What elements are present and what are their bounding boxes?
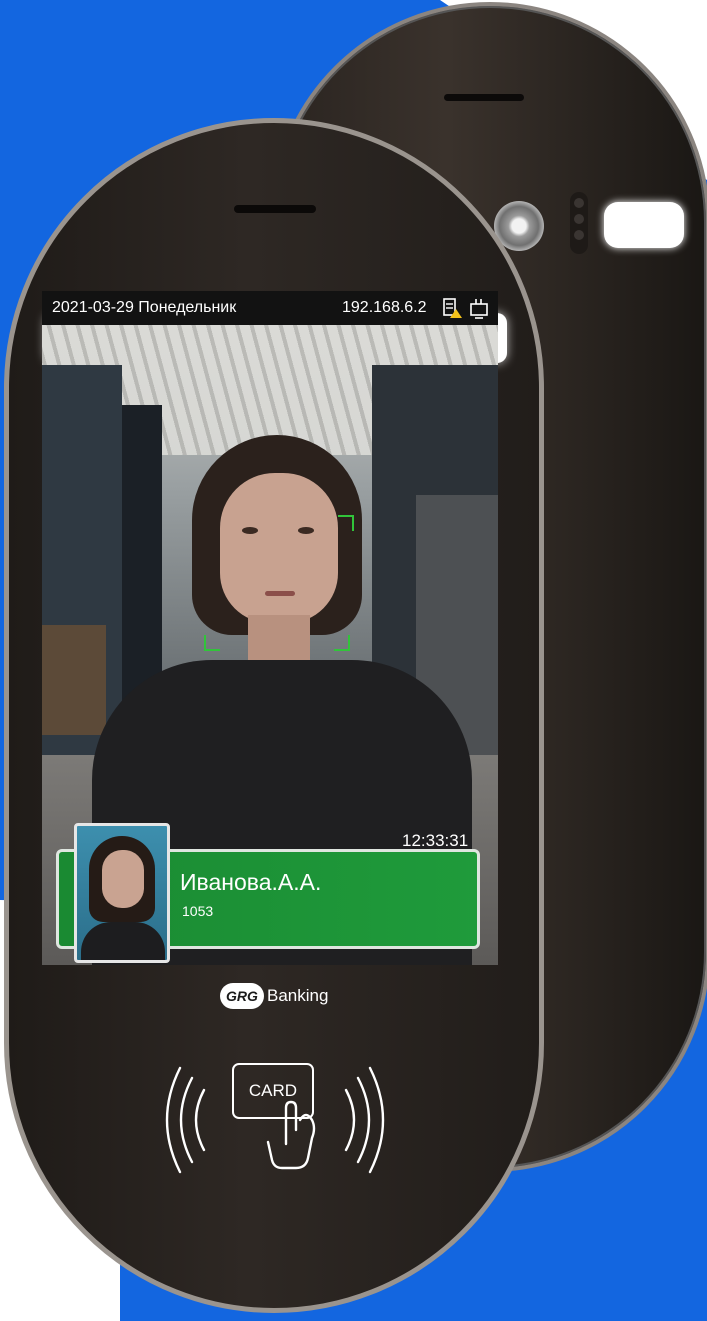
device-screen: 2021-03-29 Понедельник 192.168.6.2 12:33… — [42, 291, 498, 965]
face-bracket-bottom-left — [204, 635, 220, 651]
person-eye-right — [298, 527, 314, 534]
face-bracket-bottom-right — [334, 635, 350, 651]
device-warning-icon — [443, 298, 462, 318]
brand-text: Banking — [267, 986, 329, 1005]
recognition-time: 12:33:31 — [402, 831, 469, 850]
person-eye-left — [242, 527, 258, 534]
back-speaker — [444, 94, 524, 101]
person-face — [220, 473, 338, 623]
card-reader-icon: CARD — [232, 1063, 314, 1119]
profile-photo — [74, 823, 170, 963]
back-fill-light — [604, 202, 684, 248]
ip-address: 192.168.6.2 — [342, 299, 427, 316]
date-label: 2021-03-29 Понедельник — [52, 299, 237, 316]
back-ir-sensor — [570, 192, 588, 254]
card-label: CARD — [248, 1081, 298, 1100]
person-id: 1053 — [182, 903, 214, 919]
person-name: Иванова.А.А. — [180, 869, 322, 895]
person-mouth — [265, 591, 295, 596]
face-bracket-top-right — [338, 515, 354, 531]
speaker-grille — [234, 205, 316, 213]
brand-mark: GRG — [220, 983, 264, 1009]
brand-logo: GRG Banking — [220, 982, 328, 1010]
status-bar: 2021-03-29 Понедельник 192.168.6.2 — [42, 291, 498, 325]
network-monitor-icon — [470, 299, 488, 319]
